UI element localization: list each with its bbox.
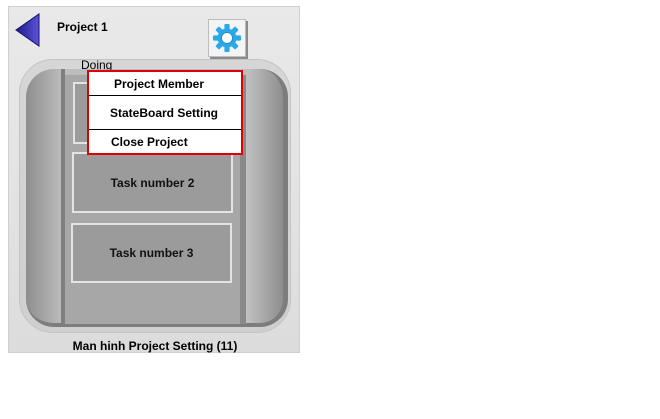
gear-icon [213,24,241,52]
phone-screen: Project 1 Doing Task number 2 Task numbe… [8,6,300,353]
canvas: Project 1 Doing Task number 2 Task numbe… [0,0,660,419]
project-title: Project 1 [57,20,108,34]
menu-item-stateboard-setting[interactable]: StateBoard Setting [89,96,241,130]
menu-item-close-project[interactable]: Close Project [89,130,241,153]
back-arrow-icon [15,13,40,47]
screen-caption: Man hinh Project Setting (11) [72,339,238,353]
menu-item-project-member[interactable]: Project Member [89,72,241,96]
task-card[interactable]: Task number 3 [71,223,232,283]
settings-button[interactable] [208,19,246,57]
task-card[interactable]: Task number 2 [72,152,233,213]
back-button[interactable] [15,13,41,47]
settings-menu: Project Member StateBoard Setting Close … [87,70,243,155]
